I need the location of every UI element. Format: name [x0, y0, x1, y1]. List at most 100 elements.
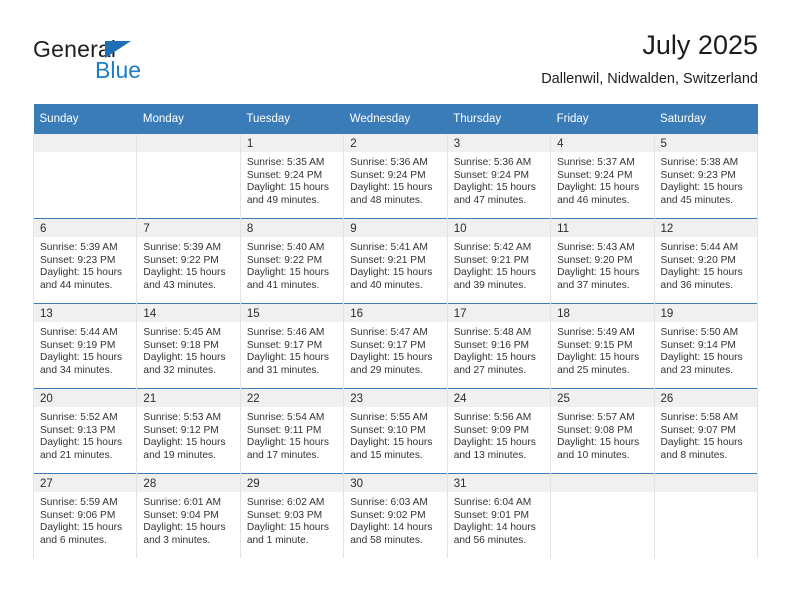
calendar-day-cell[interactable]: 27 Sunrise: 5:59 AM Sunset: 9:06 PM Dayligh…: [32, 473, 138, 558]
sunrise-text: Sunrise: 5:38 AM: [660, 157, 739, 168]
sunset-text: Sunset: 9:22 PM: [143, 254, 219, 266]
day-number: 5: [654, 134, 757, 152]
day-details: Sunrise: 5:59 AM Sunset: 9:06 PM Daylight:…: [34, 492, 136, 547]
calendar-day-cell[interactable]: 14 Sunrise: 5:45 AM Sunset: 9:18 PM Dayligh…: [136, 303, 241, 389]
daylight-text: Daylight: 15 hours and 40 minutes.: [350, 267, 433, 291]
calendar-day-cell[interactable]: 25 Sunrise: 5:57 AM Sunset: 9:08 PM Dayligh…: [550, 388, 655, 474]
sunset-text: Sunset: 9:08 PM: [557, 424, 633, 436]
sunrise-text: Sunrise: 5:48 AM: [453, 327, 532, 338]
sunset-text: Sunset: 9:12 PM: [143, 424, 219, 436]
day-details: Sunrise: 5:39 AM Sunset: 9:23 PM Daylight:…: [34, 237, 136, 292]
calendar-day-cell[interactable]: 15 Sunrise: 5:46 AM Sunset: 9:17 PM Dayligh…: [239, 303, 345, 389]
calendar-day-cell[interactable]: 29 Sunrise: 6:02 AM Sunset: 9:03 PM Dayligh…: [239, 473, 345, 558]
calendar-day-cell[interactable]: 21 Sunrise: 5:53 AM Sunset: 9:12 PM Dayligh…: [136, 388, 241, 474]
calendar-day-cell[interactable]: 17 Sunrise: 5:48 AM Sunset: 9:16 PM Dayligh…: [446, 303, 552, 389]
calendar-day-cell[interactable]: 4 Sunrise: 5:37 AM Sunset: 9:24 PM Daylight…: [550, 134, 655, 219]
day-number: 3: [447, 134, 551, 152]
sunrise-text: Sunrise: 5:45 AM: [143, 327, 222, 338]
calendar-cell-empty: [550, 473, 655, 558]
sunset-text: Sunset: 9:17 PM: [246, 339, 323, 351]
calendar-day-cell[interactable]: 31 Sunrise: 6:04 AM Sunset: 9:01 PM Dayligh…: [446, 473, 552, 558]
day-details: Sunrise: 6:02 AM Sunset: 9:03 PM Daylight:…: [241, 492, 343, 547]
day-details: Sunrise: 5:45 AM Sunset: 9:18 PM Daylight:…: [137, 322, 239, 377]
sunrise-text: Sunrise: 5:57 AM: [557, 412, 635, 423]
sunset-text: Sunset: 9:13 PM: [40, 424, 116, 436]
day-number: 26: [654, 389, 757, 407]
calendar-day-cell[interactable]: 13 Sunrise: 5:44 AM Sunset: 9:19 PM Dayligh…: [32, 303, 138, 389]
daylight-text: Daylight: 15 hours and 32 minutes.: [143, 352, 226, 376]
calendar-day-cell[interactable]: 23 Sunrise: 5:55 AM Sunset: 9:10 PM Dayligh…: [343, 388, 448, 474]
sunset-text: Sunset: 9:22 PM: [246, 254, 323, 266]
sunrise-text: Sunrise: 5:44 AM: [660, 242, 739, 253]
day-details: Sunrise: 5:57 AM Sunset: 9:08 PM Daylight:…: [551, 407, 653, 462]
daylight-text: Daylight: 15 hours and 43 minutes.: [143, 267, 226, 291]
sunrise-text: Sunrise: 5:39 AM: [143, 242, 222, 253]
weekday-header-sunday: Sunday: [33, 104, 137, 134]
calendar-day-cell[interactable]: 8 Sunrise: 5:40 AM Sunset: 9:22 PM Daylight…: [239, 218, 345, 304]
day-number: [137, 134, 240, 152]
calendar-day-cell[interactable]: 6 Sunrise: 5:39 AM Sunset: 9:23 PM Daylight…: [32, 218, 138, 304]
day-details: Sunrise: 5:52 AM Sunset: 9:13 PM Daylight:…: [34, 407, 136, 462]
day-details: Sunrise: 5:48 AM Sunset: 9:16 PM Daylight:…: [448, 322, 550, 377]
sunset-text: Sunset: 9:21 PM: [453, 254, 530, 266]
calendar-day-cell[interactable]: 5 Sunrise: 5:38 AM Sunset: 9:23 PM Daylight…: [653, 134, 759, 219]
sunset-text: Sunset: 9:16 PM: [453, 339, 530, 351]
day-details: Sunrise: 5:44 AM Sunset: 9:19 PM Daylight:…: [34, 322, 136, 377]
logo-word-blue: Blue: [95, 57, 142, 83]
day-number: 17: [447, 304, 551, 322]
calendar-day-cell[interactable]: 28 Sunrise: 6:01 AM Sunset: 9:04 PM Dayligh…: [136, 473, 241, 558]
calendar-day-cell[interactable]: 7 Sunrise: 5:39 AM Sunset: 9:22 PM Daylight…: [136, 218, 241, 304]
sunset-text: Sunset: 9:09 PM: [453, 424, 530, 436]
calendar-day-cell[interactable]: 22 Sunrise: 5:54 AM Sunset: 9:11 PM Dayligh…: [239, 388, 345, 474]
day-details: Sunrise: 5:54 AM Sunset: 9:11 PM Daylight:…: [241, 407, 343, 462]
daylight-text: Daylight: 15 hours and 17 minutes.: [246, 437, 329, 461]
sunrise-text: Sunrise: 6:03 AM: [350, 497, 428, 508]
calendar-header-row: Sunday Monday Tuesday Wednesday Thursday…: [33, 104, 758, 134]
daylight-text: Daylight: 14 hours and 58 minutes.: [350, 522, 433, 546]
daylight-text: Daylight: 15 hours and 39 minutes.: [453, 267, 536, 291]
day-number: 1: [240, 134, 344, 152]
day-number: 21: [137, 389, 240, 407]
general-blue-logo[interactable]: General Blue: [33, 36, 233, 90]
day-number: 15: [240, 304, 344, 322]
calendar-week-row: 1 Sunrise: 5:35 AM Sunset: 9:24 PM Daylight…: [32, 134, 759, 219]
triangle-icon: [105, 41, 131, 58]
calendar-day-cell[interactable]: 24 Sunrise: 5:56 AM Sunset: 9:09 PM Dayligh…: [446, 388, 552, 474]
weekday-header-monday: Monday: [136, 104, 241, 134]
calendar-day-cell[interactable]: 18 Sunrise: 5:49 AM Sunset: 9:15 PM Dayligh…: [550, 303, 655, 389]
sunset-text: Sunset: 9:01 PM: [453, 509, 530, 521]
calendar-table: Sunday Monday Tuesday Wednesday Thursday…: [32, 104, 759, 558]
calendar-day-cell[interactable]: 1 Sunrise: 5:35 AM Sunset: 9:24 PM Daylight…: [239, 134, 345, 219]
sunset-text: Sunset: 9:24 PM: [557, 169, 633, 181]
sunset-text: Sunset: 9:24 PM: [246, 169, 323, 181]
calendar-day-cell[interactable]: 26 Sunrise: 5:58 AM Sunset: 9:07 PM Dayligh…: [653, 388, 759, 474]
weekday-header-saturday: Saturday: [654, 104, 758, 134]
day-details: Sunrise: 5:36 AM Sunset: 9:24 PM Daylight:…: [448, 152, 550, 207]
sunrise-text: Sunrise: 5:46 AM: [246, 327, 325, 338]
calendar-day-cell[interactable]: 19 Sunrise: 5:50 AM Sunset: 9:14 PM Dayligh…: [653, 303, 759, 389]
sunrise-text: Sunrise: 5:36 AM: [350, 157, 428, 168]
calendar-day-cell[interactable]: 16 Sunrise: 5:47 AM Sunset: 9:17 PM Dayligh…: [343, 303, 448, 389]
calendar-day-cell[interactable]: 10 Sunrise: 5:42 AM Sunset: 9:21 PM Dayligh…: [446, 218, 552, 304]
sunset-text: Sunset: 9:23 PM: [660, 169, 736, 181]
day-number: 22: [240, 389, 344, 407]
daylight-text: Daylight: 15 hours and 46 minutes.: [557, 182, 640, 206]
day-number: 2: [344, 134, 447, 152]
calendar-day-cell[interactable]: 11 Sunrise: 5:43 AM Sunset: 9:20 PM Dayligh…: [550, 218, 655, 304]
calendar-cell-empty: [32, 134, 138, 219]
calendar-day-cell[interactable]: 12 Sunrise: 5:44 AM Sunset: 9:20 PM Dayligh…: [653, 218, 759, 304]
day-number: 28: [137, 474, 240, 492]
sunrise-text: Sunrise: 5:53 AM: [143, 412, 222, 423]
sunset-text: Sunset: 9:03 PM: [246, 509, 323, 521]
sunrise-text: Sunrise: 5:59 AM: [40, 497, 118, 508]
calendar-day-cell[interactable]: 2 Sunrise: 5:36 AM Sunset: 9:24 PM Daylight…: [343, 134, 448, 219]
calendar-day-cell[interactable]: 9 Sunrise: 5:41 AM Sunset: 9:21 PM Daylight…: [343, 218, 448, 304]
calendar-day-cell[interactable]: 30 Sunrise: 6:03 AM Sunset: 9:02 PM Dayligh…: [343, 473, 448, 558]
day-details: Sunrise: 5:35 AM Sunset: 9:24 PM Daylight:…: [241, 152, 343, 207]
sunset-text: Sunset: 9:20 PM: [557, 254, 633, 266]
calendar-day-cell[interactable]: 20 Sunrise: 5:52 AM Sunset: 9:13 PM Dayligh…: [32, 388, 138, 474]
daylight-text: Daylight: 15 hours and 25 minutes.: [557, 352, 640, 376]
daylight-text: Daylight: 15 hours and 15 minutes.: [350, 437, 433, 461]
sunrise-text: Sunrise: 5:43 AM: [557, 242, 635, 253]
calendar-day-cell[interactable]: 3 Sunrise: 5:36 AM Sunset: 9:24 PM Daylight…: [446, 134, 552, 219]
